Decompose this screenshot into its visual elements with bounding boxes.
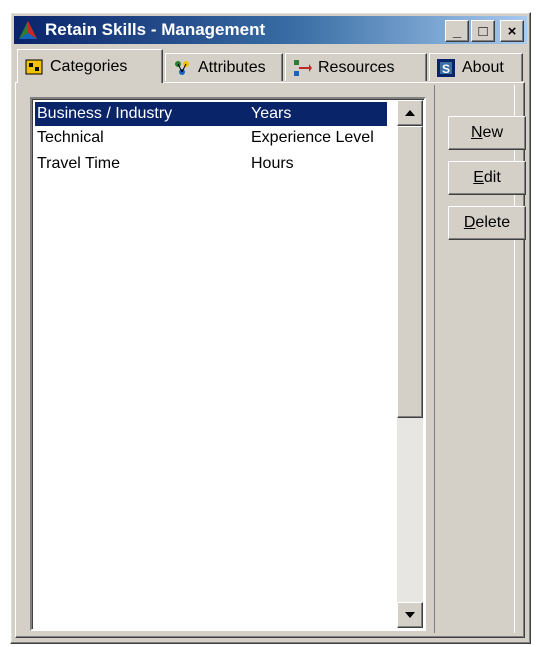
title-bar[interactable]: Retain Skills - Management _ □ ×	[14, 16, 527, 44]
category-name: Travel Time	[37, 155, 120, 172]
tab-label: Categories	[50, 57, 128, 75]
svg-text:S: S	[442, 62, 450, 76]
list-item[interactable]: Business / Industry Years	[35, 102, 387, 126]
vertical-scrollbar[interactable]	[397, 100, 423, 628]
tab-label: Resources	[318, 58, 395, 76]
category-unit: Hours	[251, 155, 294, 172]
tab-resources[interactable]: Resources	[285, 53, 427, 81]
scroll-up-button[interactable]	[397, 100, 423, 126]
action-button-column: New Edit Delete	[434, 85, 526, 633]
resources-icon	[292, 58, 312, 78]
category-unit: Experience Level	[251, 129, 374, 146]
tab-label: Attributes	[198, 58, 266, 76]
new-button[interactable]: New	[448, 116, 526, 150]
tab-label: About	[462, 58, 504, 76]
tab-about[interactable]: S About	[429, 53, 523, 81]
about-icon: S	[436, 58, 456, 78]
list-item[interactable]: Travel Time Hours	[35, 152, 387, 176]
app-icon	[17, 19, 39, 41]
arrow-down-icon	[405, 612, 415, 618]
app-window: Retain Skills - Management _ □ × Categor…	[10, 12, 531, 644]
delete-button[interactable]: Delete	[448, 206, 526, 240]
category-unit: Years	[251, 105, 292, 122]
arrow-up-icon	[405, 110, 415, 116]
categories-panel: Business / Industry Years Technical Expe…	[15, 82, 526, 638]
edit-button[interactable]: Edit	[448, 161, 526, 195]
tab-categories[interactable]: Categories	[17, 49, 163, 83]
category-name: Technical	[37, 129, 104, 146]
list-item[interactable]: Technical Experience Level	[35, 126, 387, 150]
categories-list[interactable]: Business / Industry Years Technical Expe…	[30, 97, 426, 631]
tab-attributes[interactable]: Attributes	[165, 53, 283, 81]
categories-icon	[24, 57, 44, 77]
maximize-button[interactable]: □	[471, 20, 495, 42]
close-button[interactable]: ×	[500, 20, 524, 42]
minimize-button[interactable]: _	[445, 20, 469, 42]
tab-strip: Categories Attributes Resources S About	[15, 49, 526, 83]
scroll-thumb[interactable]	[397, 126, 423, 418]
attributes-icon	[172, 58, 192, 78]
window-title: Retain Skills - Management	[45, 20, 266, 39]
scroll-down-button[interactable]	[397, 602, 423, 628]
category-name: Business / Industry	[37, 105, 173, 122]
